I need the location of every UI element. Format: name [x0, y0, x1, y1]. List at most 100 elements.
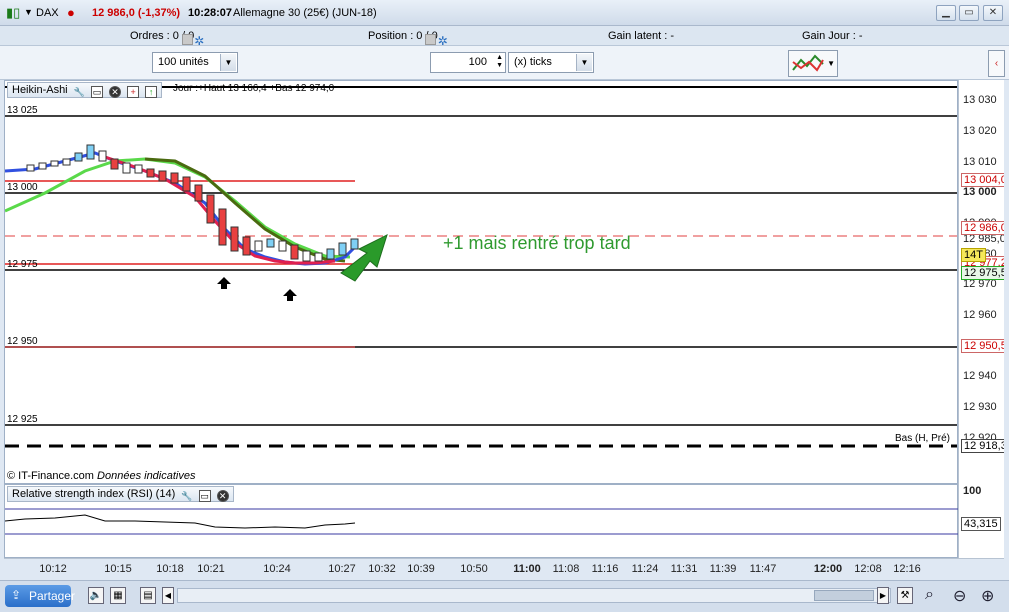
candle — [26, 164, 35, 172]
orders-info: Ordres : 0 / 0 ✲ — [130, 30, 204, 48]
contract-name: Allemagne 30 (25€) (JUN-18) — [233, 7, 377, 19]
side-panel-toggle-icon[interactable]: ‹ — [988, 50, 1005, 77]
candle — [158, 170, 167, 182]
trade-annotation-text: +1 mais rentré trop tard — [443, 233, 631, 253]
x-tick: 11:31 — [670, 563, 698, 575]
candle — [62, 158, 71, 166]
zoom-fit-icon[interactable]: ⌕ — [925, 586, 934, 604]
close-icon[interactable]: ✕ — [109, 86, 122, 98]
candle — [278, 240, 287, 252]
candle — [206, 194, 215, 224]
clock-time: 10:28:07 — [188, 7, 233, 19]
candle — [182, 176, 191, 192]
status-row: Ordres : 0 / 0 ✲ Position : 0 / 0 ✲ Gain… — [0, 26, 1009, 48]
rsi-value-badge: 43,315 — [961, 517, 1001, 531]
price-axis[interactable]: 13 030 13 020 13 010 13 000 12 990 12 98… — [958, 80, 1004, 558]
minimize-window-icon[interactable]: ▁ — [936, 5, 956, 21]
orders-label: Ordres : 0 — [130, 30, 179, 42]
chart-legend-bar: Heikin-Ashi 🔧 ▭ ✕ + ↑ — [7, 82, 163, 99]
chevron-down-icon[interactable]: ▼ — [827, 59, 835, 68]
price-chart[interactable]: Heikin-Ashi 🔧 ▭ ✕ + ↑ Jour :+Haut 13 166… — [4, 80, 958, 484]
maximize-window-icon[interactable]: ▭ — [959, 5, 979, 21]
low-line-label: Bas (H, Pré) — [895, 433, 951, 444]
price-chart-svg — [5, 86, 957, 448]
time-axis[interactable]: 10:12 10:15 10:18 10:21 10:24 10:27 10:3… — [4, 558, 1004, 580]
orders-cancel-icon[interactable] — [181, 34, 193, 45]
chart-type-icon — [792, 54, 824, 72]
x-tick: 10:15 — [104, 563, 132, 575]
calculator-icon[interactable]: ▦ — [110, 587, 126, 604]
x-tick: 10:21 — [197, 563, 225, 575]
units-select[interactable]: 100 unités ▼ — [152, 52, 238, 73]
data-note: Données indicatives — [97, 470, 196, 482]
share-icon: ⇪ — [11, 588, 22, 602]
y-tick: 13 010 — [963, 156, 997, 168]
share-label: Partager — [29, 589, 76, 603]
candle — [98, 150, 107, 162]
x-tick: 10:39 — [407, 563, 435, 575]
candle — [122, 162, 131, 174]
x-tick: 12:08 — [854, 563, 882, 575]
x-tick: 10:50 — [460, 563, 488, 575]
chevron-down-icon[interactable]: ▼ — [576, 54, 592, 71]
settings-icon[interactable]: ⚒ — [897, 587, 913, 604]
candle — [194, 184, 203, 202]
candle — [86, 144, 95, 160]
chevron-down-icon[interactable]: ▼ — [220, 54, 236, 71]
candle — [110, 158, 119, 170]
x-tick: 10:27 — [328, 563, 356, 575]
candle — [170, 172, 179, 184]
rsi-level-100: 100 — [963, 485, 982, 497]
buy-signal-arrow — [283, 289, 297, 301]
stepper-arrows-icon[interactable]: ▲ ▼ — [496, 54, 503, 70]
x-tick: 11:47 — [749, 563, 777, 575]
scroll-left-icon[interactable]: ◀ — [162, 587, 174, 604]
sound-icon[interactable]: 🔈 — [88, 587, 104, 604]
x-tick: 11:00 — [513, 563, 541, 575]
buy-signal-arrow — [217, 277, 231, 289]
copyright-text: © IT-Finance.com Données indicatives — [7, 470, 195, 482]
title-bar: ▮▯ ▼ DAX ● 12 986,0 (-1,37%) 10:28:07 Al… — [0, 0, 1009, 26]
window-icon[interactable]: ▭ — [90, 86, 103, 98]
quantity-stepper[interactable]: 100 ▲ ▼ — [430, 52, 506, 73]
time-scrollbar[interactable] — [177, 588, 891, 603]
level-label-12925: 12 925 — [7, 414, 38, 425]
y-tick: 12 960 — [963, 309, 997, 321]
y-tick: 12 930 — [963, 401, 997, 413]
close-window-icon[interactable]: ✕ — [983, 5, 1003, 21]
candle — [254, 240, 263, 252]
x-tick: 10:18 — [156, 563, 184, 575]
candle — [290, 244, 299, 260]
arrow-up-icon[interactable]: ↑ — [145, 86, 158, 98]
position-label: Position : 0 — [368, 30, 423, 42]
y-tick: 13 020 — [963, 125, 997, 137]
flag-icon[interactable]: + — [127, 86, 140, 98]
instrument-name: DAX — [36, 7, 59, 19]
candle — [266, 238, 275, 248]
scroll-right-icon[interactable]: ▶ — [877, 587, 889, 604]
trend-down-icon: ● — [67, 5, 75, 20]
chart-type-button[interactable]: ▼ — [788, 50, 838, 77]
position-close-icon[interactable] — [425, 34, 437, 45]
candle — [74, 152, 83, 162]
share-button[interactable]: ⇪ Partager — [5, 585, 75, 607]
rsi-panel[interactable]: Relative strength index (RSI) (14) 🔧 ▭ ✕ — [4, 484, 959, 558]
menu-chevron-icon[interactable]: ▼ — [24, 7, 33, 17]
scrollbar-thumb[interactable] — [814, 590, 874, 601]
level-label-12950: 12 950 — [7, 336, 38, 347]
x-tick: 11:08 — [552, 563, 580, 575]
level-label-12975: 12 975 — [7, 259, 38, 270]
price-badge-12950: 12 950,5 — [961, 339, 1004, 353]
candle — [302, 250, 311, 262]
x-tick: 10:24 — [263, 563, 291, 575]
price-display: 12 986,0 (-1,37%) — [92, 7, 181, 19]
wrench-icon[interactable]: 🔧 — [74, 87, 85, 99]
zoom-out-icon[interactable]: ⊖ — [953, 586, 966, 606]
candle — [134, 164, 143, 174]
candle — [338, 242, 347, 256]
price-badge-12986: 12 986,0 — [961, 221, 1004, 235]
ticks-select[interactable]: (x) ticks ▼ — [508, 52, 594, 73]
zoom-in-icon[interactable]: ⊕ — [981, 586, 994, 606]
layout-icon[interactable]: ▤ — [140, 587, 156, 604]
x-tick: 10:12 — [39, 563, 67, 575]
